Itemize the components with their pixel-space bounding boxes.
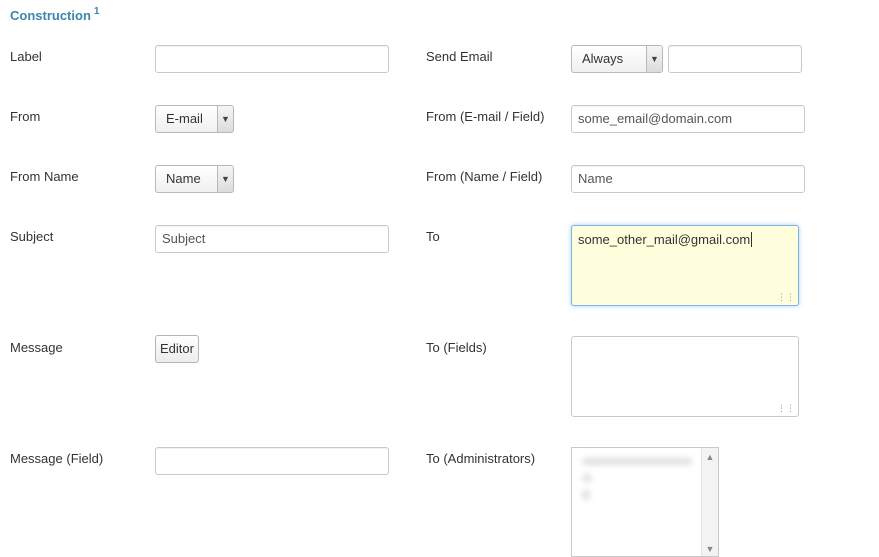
section-title: Construction 1 xyxy=(10,5,100,23)
from-name-select-value: Name xyxy=(166,171,201,186)
section-title-text: Construction xyxy=(10,8,91,23)
message-field-label: Message (Field) xyxy=(10,451,104,466)
subject-label: Subject xyxy=(10,229,54,244)
from-select[interactable]: E-mail ▼ xyxy=(155,105,234,133)
text-cursor xyxy=(751,232,753,247)
from-name-select[interactable]: Name ▼ xyxy=(155,165,234,193)
resize-grip-icon[interactable]: ⋮⋮ xyxy=(777,293,795,302)
send-email-select[interactable]: Always ▼ xyxy=(571,45,663,73)
blurred-list-item[interactable] xyxy=(582,490,590,500)
from-label: From xyxy=(10,109,41,124)
send-email-input[interactable] xyxy=(668,45,802,73)
to-textarea[interactable]: some_other_mail@gmail.com ⋮⋮ xyxy=(571,225,799,306)
send-email-label: Send Email xyxy=(426,49,493,64)
from-select-value: E-mail xyxy=(166,111,203,126)
message-label: Message xyxy=(10,340,63,355)
from-name-field-label: From (Name / Field) xyxy=(426,169,543,184)
from-name-field-input[interactable]: Name xyxy=(571,165,805,193)
chevron-down-icon: ▼ xyxy=(217,166,233,192)
scroll-up-icon[interactable]: ▲ xyxy=(702,450,718,464)
from-email-field-input[interactable]: some_email@domain.com xyxy=(571,105,805,133)
from-email-field-label: From (E-mail / Field) xyxy=(426,109,545,124)
section-title-sup: 1 xyxy=(93,5,100,17)
to-fields-label: To (Fields) xyxy=(426,340,487,355)
blurred-list-item[interactable] xyxy=(582,458,692,465)
to-administrators-listbox[interactable]: ▲ ▼ xyxy=(571,447,719,557)
resize-grip-icon[interactable]: ⋮⋮ xyxy=(777,404,795,413)
listbox-scrollbar[interactable]: ▲ ▼ xyxy=(701,448,718,556)
from-name-label: From Name xyxy=(10,169,79,184)
to-administrators-label: To (Administrators) xyxy=(426,451,536,466)
to-label: To xyxy=(426,229,440,244)
chevron-down-icon: ▼ xyxy=(217,106,233,132)
chevron-down-icon: ▼ xyxy=(646,46,662,72)
blurred-list-item[interactable] xyxy=(582,474,592,482)
to-fields-textarea[interactable]: ⋮⋮ xyxy=(571,336,799,417)
label-field-label: Label xyxy=(10,49,42,64)
editor-button[interactable]: Editor xyxy=(155,335,199,363)
to-textarea-value: some_other_mail@gmail.com xyxy=(578,232,751,247)
label-input[interactable] xyxy=(155,45,389,73)
message-field-input[interactable] xyxy=(155,447,389,475)
scroll-down-icon[interactable]: ▼ xyxy=(702,542,718,556)
subject-input[interactable]: Subject xyxy=(155,225,389,253)
send-email-select-value: Always xyxy=(582,51,624,66)
